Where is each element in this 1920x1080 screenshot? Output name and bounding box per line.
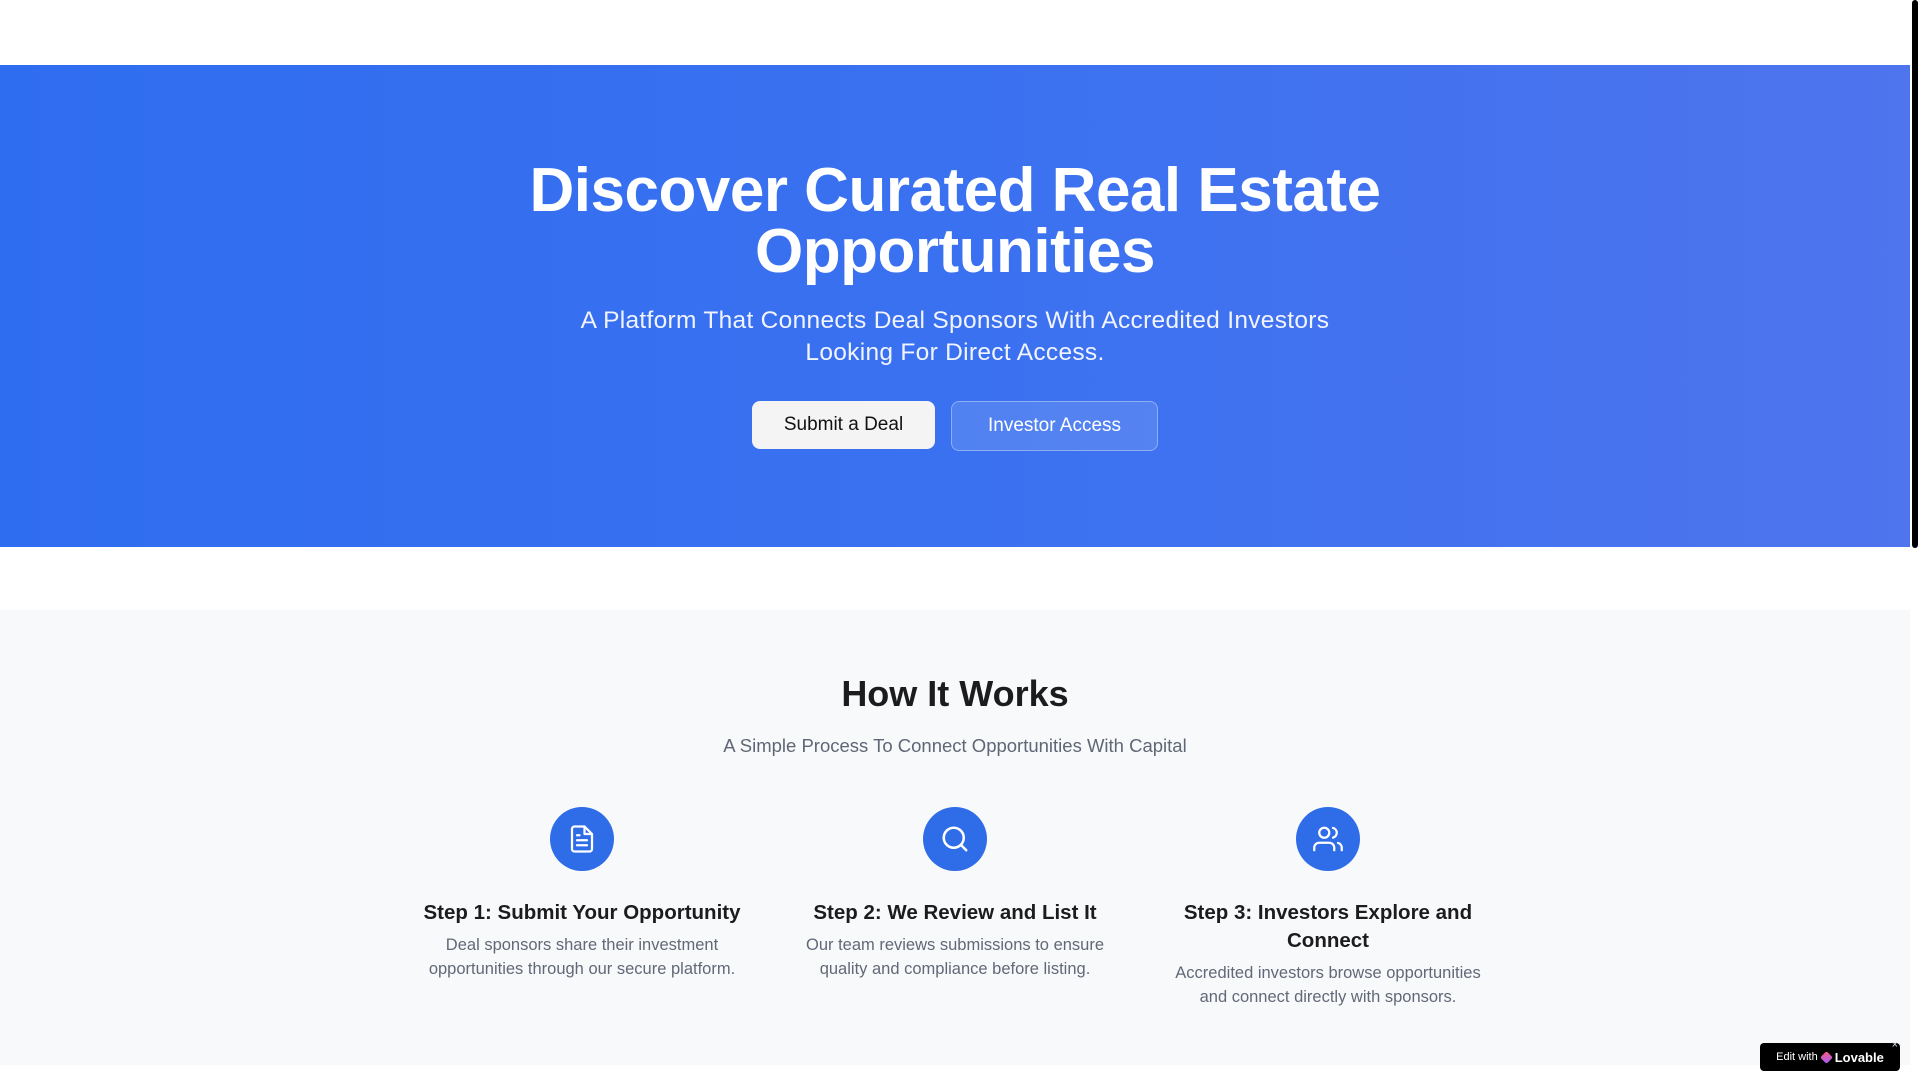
- step-title: Step 2: We Review and List It: [813, 901, 1097, 924]
- close-icon[interactable]: ×: [1892, 1040, 1898, 1051]
- step-1: Step 1: Submit Your Opportunity Deal spo…: [421, 807, 744, 1009]
- top-bar: [0, 0, 1910, 65]
- scrollbar[interactable]: [1910, 0, 1920, 1080]
- step-title: Step 1: Submit Your Opportunity: [423, 901, 741, 924]
- step-description: Our team reviews submissions to ensure q…: [805, 936, 1105, 978]
- users-icon: [1296, 807, 1360, 871]
- scrollbar-thumb[interactable]: [1912, 0, 1918, 548]
- badge-brand: Lovable: [1834, 1049, 1884, 1065]
- submit-deal-button[interactable]: Submit a Deal: [752, 401, 935, 449]
- badge-prefix: Edit with: [1776, 1051, 1818, 1063]
- step-3: Step 3: Investors Explore and Connect Ac…: [1167, 807, 1490, 1009]
- how-it-works-subtitle: A Simple Process To Connect Opportunitie…: [723, 735, 1187, 756]
- investor-access-button[interactable]: Investor Access: [951, 401, 1158, 451]
- hero-buttons: Submit a Deal Investor Access: [0, 401, 1910, 451]
- hero-section: Discover Curated Real Estate Opportuniti…: [0, 65, 1910, 547]
- step-2: Step 2: We Review and List It Our team r…: [794, 807, 1117, 1009]
- step-title: Step 3: Investors Explore and Connect: [1183, 901, 1473, 952]
- how-it-works-section: How It Works A Simple Process To Connect…: [0, 610, 1910, 1065]
- section-spacer: [0, 547, 1910, 610]
- step-description: Accredited investors browse opportunitie…: [1175, 964, 1481, 1006]
- how-it-works-title: How It Works: [841, 673, 1069, 714]
- lovable-logo-icon: [1819, 1050, 1833, 1064]
- hero-title: Discover Curated Real Estate Opportuniti…: [529, 156, 1381, 286]
- edit-with-lovable-badge[interactable]: Edit with Lovable ×: [1760, 1040, 1900, 1071]
- search-icon: [923, 807, 987, 871]
- step-description: Deal sponsors share their investment opp…: [428, 936, 736, 978]
- document-icon: [550, 807, 614, 871]
- steps-list: Step 1: Submit Your Opportunity Deal spo…: [0, 807, 1910, 1009]
- hero-subtitle: A Platform That Connects Deal Sponsors W…: [580, 307, 1330, 366]
